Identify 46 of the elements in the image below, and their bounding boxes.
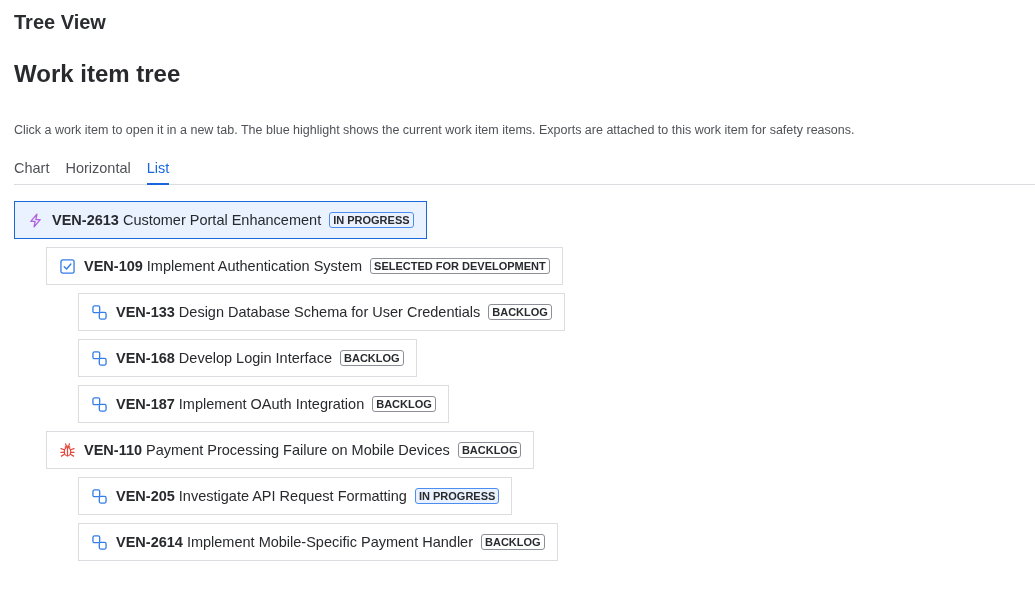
status-badge: IN PROGRESS — [414, 488, 500, 504]
item-key: VEN-109 — [84, 258, 143, 274]
linked-squares-icon — [92, 534, 107, 550]
item-title: Design Database Schema for User Credentials — [178, 304, 481, 320]
page-heading: Work item tree — [14, 59, 181, 89]
item-title: Implement OAuth Integration — [178, 396, 365, 412]
status-badge: IN PROGRESS — [329, 212, 414, 228]
work-item-row[interactable]: VEN-205 Investigate API Request Formatting IN PROGRESS — [78, 477, 513, 515]
item-title: Develop Login Interface — [178, 350, 332, 366]
view-tab[interactable]: Horizontal — [65, 154, 131, 185]
work-item-row[interactable]: VEN-187 Implement OAuth Integration BACKLOG — [78, 385, 449, 423]
app-title: Tree View — [14, 10, 106, 35]
work-item-row[interactable]: VEN-133 Design Database Schema for User Credentials BACKLOG — [78, 293, 565, 331]
bug-icon — [60, 442, 75, 458]
status-badge: BACKLOG — [457, 442, 522, 458]
work-item-row[interactable]: VEN-2613 Customer Portal Enhancement IN PROGRESS — [14, 201, 427, 239]
work-item-row[interactable]: VEN-168 Develop Login Interface BACKLOG — [78, 339, 417, 377]
status-badge: BACKLOG — [481, 534, 545, 550]
item-key: VEN-110 — [84, 442, 143, 458]
description-text: Click a work item to open it in a new tab. The blue highlight shows the current work item items. Exports are attached to this work item for safety reasons. — [14, 122, 855, 139]
item-key: VEN-187 — [116, 396, 175, 412]
item-title: Payment Processing Failure on Mobile Devices — [146, 442, 450, 458]
item-key: VEN-2614 — [116, 534, 183, 550]
view-tab[interactable]: List — [146, 154, 170, 185]
lightning-icon — [28, 212, 43, 228]
status-badge: BACKLOG — [372, 396, 436, 412]
linked-squares-icon — [92, 304, 107, 320]
linked-squares-icon — [92, 488, 107, 504]
linked-squares-icon — [92, 396, 107, 412]
item-key: VEN-2613 — [52, 212, 119, 228]
checked-box-icon — [60, 258, 75, 274]
status-badge: SELECTED FOR DEVELOPMENT — [370, 258, 550, 274]
item-title: Implement Mobile-Specific Payment Handler — [186, 534, 473, 550]
item-key: VEN-205 — [116, 488, 175, 504]
item-title: Implement Authentication System — [146, 258, 363, 274]
work-item-row[interactable]: VEN-109 Implement Authentication System SELECTED FOR DEVELOPMENT — [46, 247, 563, 285]
item-key: VEN-133 — [116, 304, 175, 320]
status-badge: BACKLOG — [340, 350, 404, 366]
work-item-row[interactable]: VEN-2614 Implement Mobile-Specific Payment Handler BACKLOG — [78, 523, 558, 561]
work-item-row[interactable]: VEN-110 Payment Processing Failure on Mobile Devices BACKLOG — [46, 431, 535, 469]
item-title: Investigate API Request Formatting — [178, 488, 407, 504]
status-badge: BACKLOG — [488, 304, 552, 320]
linked-squares-icon — [92, 350, 107, 366]
view-tab[interactable]: Chart — [14, 154, 50, 185]
item-title: Customer Portal Enhancement — [122, 212, 322, 228]
item-key: VEN-168 — [116, 350, 175, 366]
